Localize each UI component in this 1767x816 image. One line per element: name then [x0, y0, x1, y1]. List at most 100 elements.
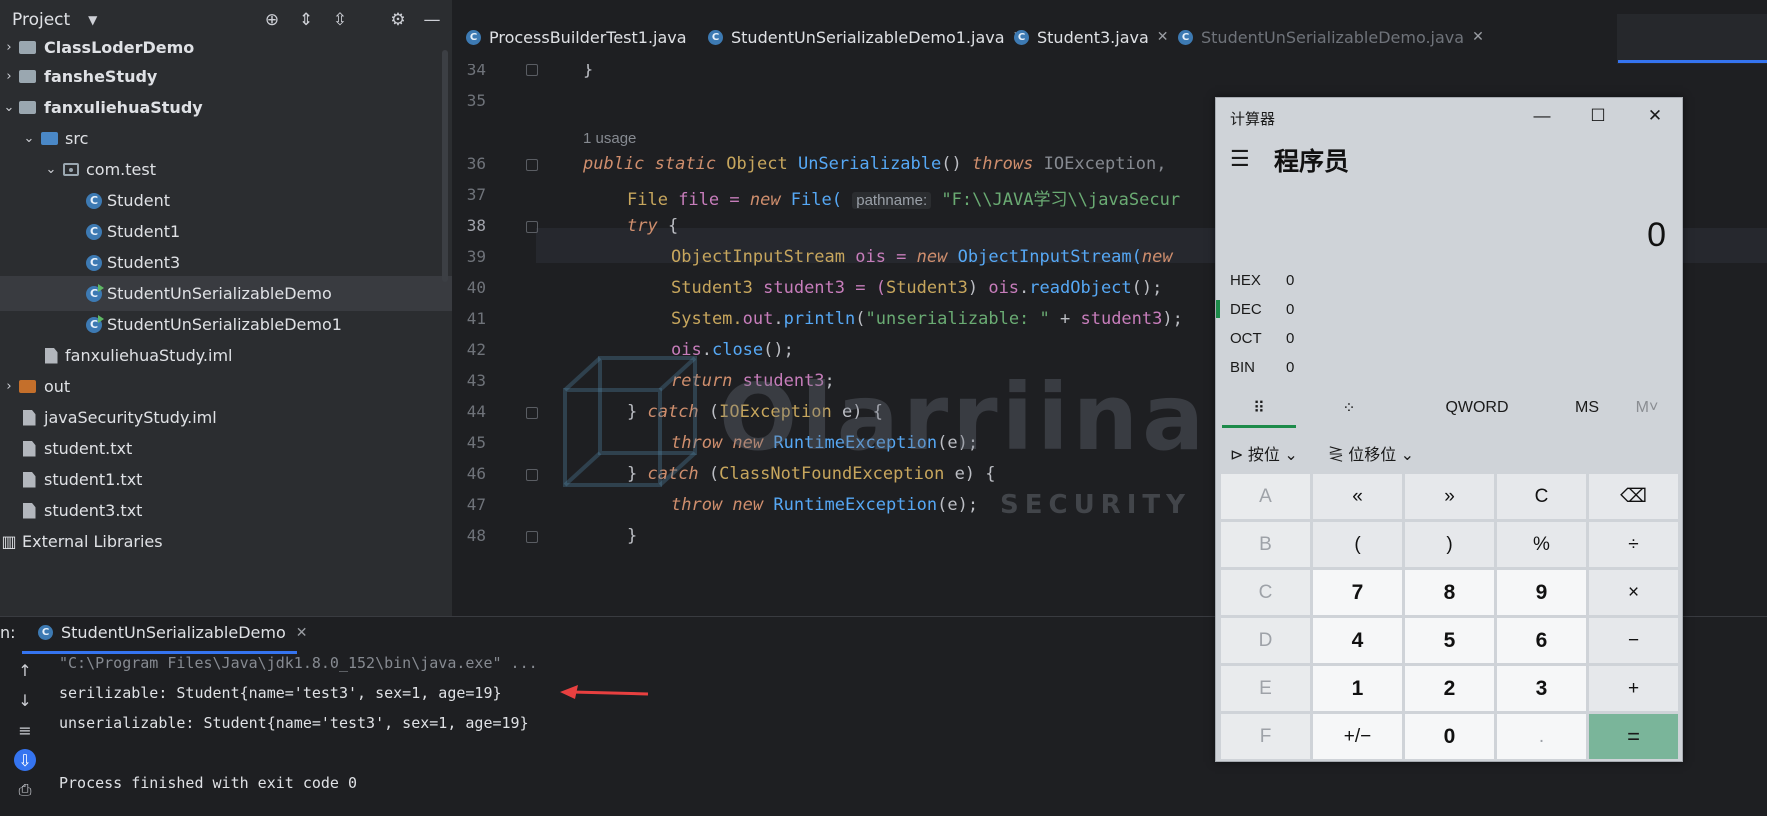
key-b[interactable]: B [1221, 522, 1310, 567]
key-6[interactable]: 6 [1497, 618, 1586, 663]
close-icon[interactable]: ✕ [296, 625, 308, 641]
key-add[interactable]: + [1589, 666, 1678, 711]
key-percent[interactable]: % [1497, 522, 1586, 567]
tree-item-studentunserializabledemo1[interactable]: C StudentUnSerializableDemo1 [0, 307, 452, 342]
key-open-paren[interactable]: ( [1313, 522, 1402, 567]
console-line: serilizable: Student{name='test3', sex=1… [59, 684, 502, 702]
bit-toggle-keypad-icon[interactable]: ⁘ [1312, 388, 1386, 428]
backspace-icon[interactable]: ⌫ [1589, 474, 1678, 519]
fold-marker[interactable] [526, 64, 538, 76]
tree-item-fanshestudy[interactable]: › fansheStudy [0, 59, 452, 94]
fold-marker[interactable] [526, 407, 538, 419]
key-4[interactable]: 4 [1313, 618, 1402, 663]
chevron-down-icon[interactable]: ⌄ [44, 162, 58, 177]
key-a[interactable]: A [1221, 474, 1310, 519]
key-5[interactable]: 5 [1405, 618, 1494, 663]
chevron-down-icon[interactable]: ⌄ [2, 100, 16, 115]
radix-oct[interactable]: OCT 0 [1230, 330, 1294, 347]
key-0[interactable]: 0 [1405, 714, 1494, 759]
tree-item-fanxuliehuastudy-iml[interactable]: fanxuliehuaStudy.iml [0, 338, 452, 373]
key-shift-right[interactable]: » [1405, 474, 1494, 519]
memory-list-button[interactable]: M˅ [1622, 388, 1672, 428]
key-7[interactable]: 7 [1313, 570, 1402, 615]
minimize-icon[interactable]: — [420, 8, 444, 32]
key-2[interactable]: 2 [1405, 666, 1494, 711]
word-size-button[interactable]: QWORD [1402, 388, 1552, 428]
tree-item-fanxuliehuastudy[interactable]: ⌄ fanxuliehuaStudy [0, 90, 452, 125]
calculator-mode: 程序员 [1274, 148, 1350, 176]
maximize-icon[interactable]: ☐ [1581, 103, 1615, 129]
chevron-right-icon[interactable]: › [2, 69, 16, 84]
code-line-34: } [583, 64, 594, 80]
key-equals[interactable]: = [1589, 714, 1678, 759]
tab-studentunserializabledemo[interactable]: C StudentUnSerializableDemo.java ✕ [1178, 22, 1484, 52]
full-keypad-icon[interactable]: ⠿ [1222, 388, 1296, 428]
tree-item-student-txt[interactable]: student.txt [0, 431, 452, 466]
tree-item-student[interactable]: C Student [0, 183, 452, 218]
tab-label: StudentUnSerializableDemo.java [1201, 27, 1465, 47]
radix-hex[interactable]: HEX 0 [1230, 272, 1294, 289]
key-negate[interactable]: +/− [1313, 714, 1402, 759]
usage-hint[interactable]: 1 usage [583, 130, 636, 147]
close-icon[interactable]: ✕ [1157, 29, 1169, 45]
close-icon[interactable]: ✕ [1638, 103, 1672, 129]
fold-marker[interactable] [526, 469, 538, 481]
key-e[interactable]: E [1221, 666, 1310, 711]
collapse-all-icon[interactable]: ⇳ [328, 8, 352, 32]
chevron-right-icon[interactable]: › [2, 379, 16, 394]
tree-item-external-libraries[interactable]: ▥ External Libraries [0, 524, 452, 559]
key-divide[interactable]: ÷ [1589, 522, 1678, 567]
key-1[interactable]: 1 [1313, 666, 1402, 711]
expand-all-icon[interactable]: ⇕ [294, 8, 318, 32]
memory-store-button[interactable]: MS [1552, 388, 1622, 428]
tab-processbuildertest1[interactable]: C ProcessBuilderTest1.java [466, 22, 687, 52]
chevron-down-icon[interactable]: ⌄ [22, 131, 36, 146]
tree-item-com-test[interactable]: ⌄ com.test [0, 152, 452, 187]
tree-item-student1-txt[interactable]: student1.txt [0, 462, 452, 497]
tree-item-student1[interactable]: C Student1 [0, 214, 452, 249]
minimize-icon[interactable]: — [1525, 103, 1559, 129]
bitwise-dropdown[interactable]: ⊳ 按位 ⌄ [1230, 441, 1298, 465]
chevron-down-icon[interactable]: ▼ [88, 13, 97, 27]
key-decimal[interactable]: . [1497, 714, 1586, 759]
hamburger-menu-icon[interactable]: ☰ [1230, 146, 1250, 172]
key-3[interactable]: 3 [1497, 666, 1586, 711]
arrow-down-icon[interactable]: ↓ [14, 689, 36, 711]
chevron-right-icon[interactable]: › [2, 40, 16, 55]
locate-icon[interactable]: ⊕ [260, 8, 284, 32]
tree-item-out[interactable]: › out [0, 369, 452, 404]
key-c-hex[interactable]: C [1221, 570, 1310, 615]
key-d[interactable]: D [1221, 618, 1310, 663]
tree-item-src[interactable]: ⌄ src [0, 121, 452, 156]
radix-value: 0 [1286, 359, 1295, 376]
tab-studentunserializabledemo1[interactable]: C StudentUnSerializableDemo1.java ✕ [708, 22, 1024, 52]
key-clear[interactable]: C [1497, 474, 1586, 519]
tree-item-studentunserializabledemo[interactable]: C StudentUnSerializableDemo [0, 276, 452, 311]
key-multiply[interactable]: × [1589, 570, 1678, 615]
fold-marker[interactable] [526, 221, 538, 233]
tree-item-javasecuritystudy-iml[interactable]: javaSecurityStudy.iml [0, 400, 452, 435]
key-subtract[interactable]: − [1589, 618, 1678, 663]
soft-wrap-icon[interactable]: ≡ [14, 719, 36, 741]
key-8[interactable]: 8 [1405, 570, 1494, 615]
key-close-paren[interactable]: ) [1405, 522, 1494, 567]
gear-icon[interactable]: ⚙ [386, 8, 410, 32]
tree-item-student3[interactable]: C Student3 [0, 245, 452, 280]
bitshift-dropdown[interactable]: ⋛ 位移位 ⌄ [1328, 441, 1414, 465]
key-9[interactable]: 9 [1497, 570, 1586, 615]
key-shift-left[interactable]: « [1313, 474, 1402, 519]
radix-bin[interactable]: BIN 0 [1230, 359, 1294, 376]
tab-student3[interactable]: C Student3.java ✕ [1014, 22, 1169, 52]
print-icon[interactable]: ⎙ [14, 779, 36, 801]
fold-marker[interactable] [526, 159, 538, 171]
fold-marker[interactable] [526, 531, 538, 543]
arrow-up-icon[interactable]: ↑ [14, 659, 36, 681]
scroll-to-end-icon[interactable]: ⇩ [14, 749, 36, 771]
tree-item-student3-txt[interactable]: student3.txt [0, 493, 452, 528]
project-scrollbar[interactable] [442, 50, 448, 282]
run-tab[interactable]: C StudentUnSerializableDemo ✕ [38, 623, 307, 642]
close-icon[interactable]: ✕ [1472, 29, 1484, 45]
code-line-48: } [627, 526, 638, 546]
radix-dec[interactable]: DEC 0 [1230, 301, 1294, 318]
key-f[interactable]: F [1221, 714, 1310, 759]
